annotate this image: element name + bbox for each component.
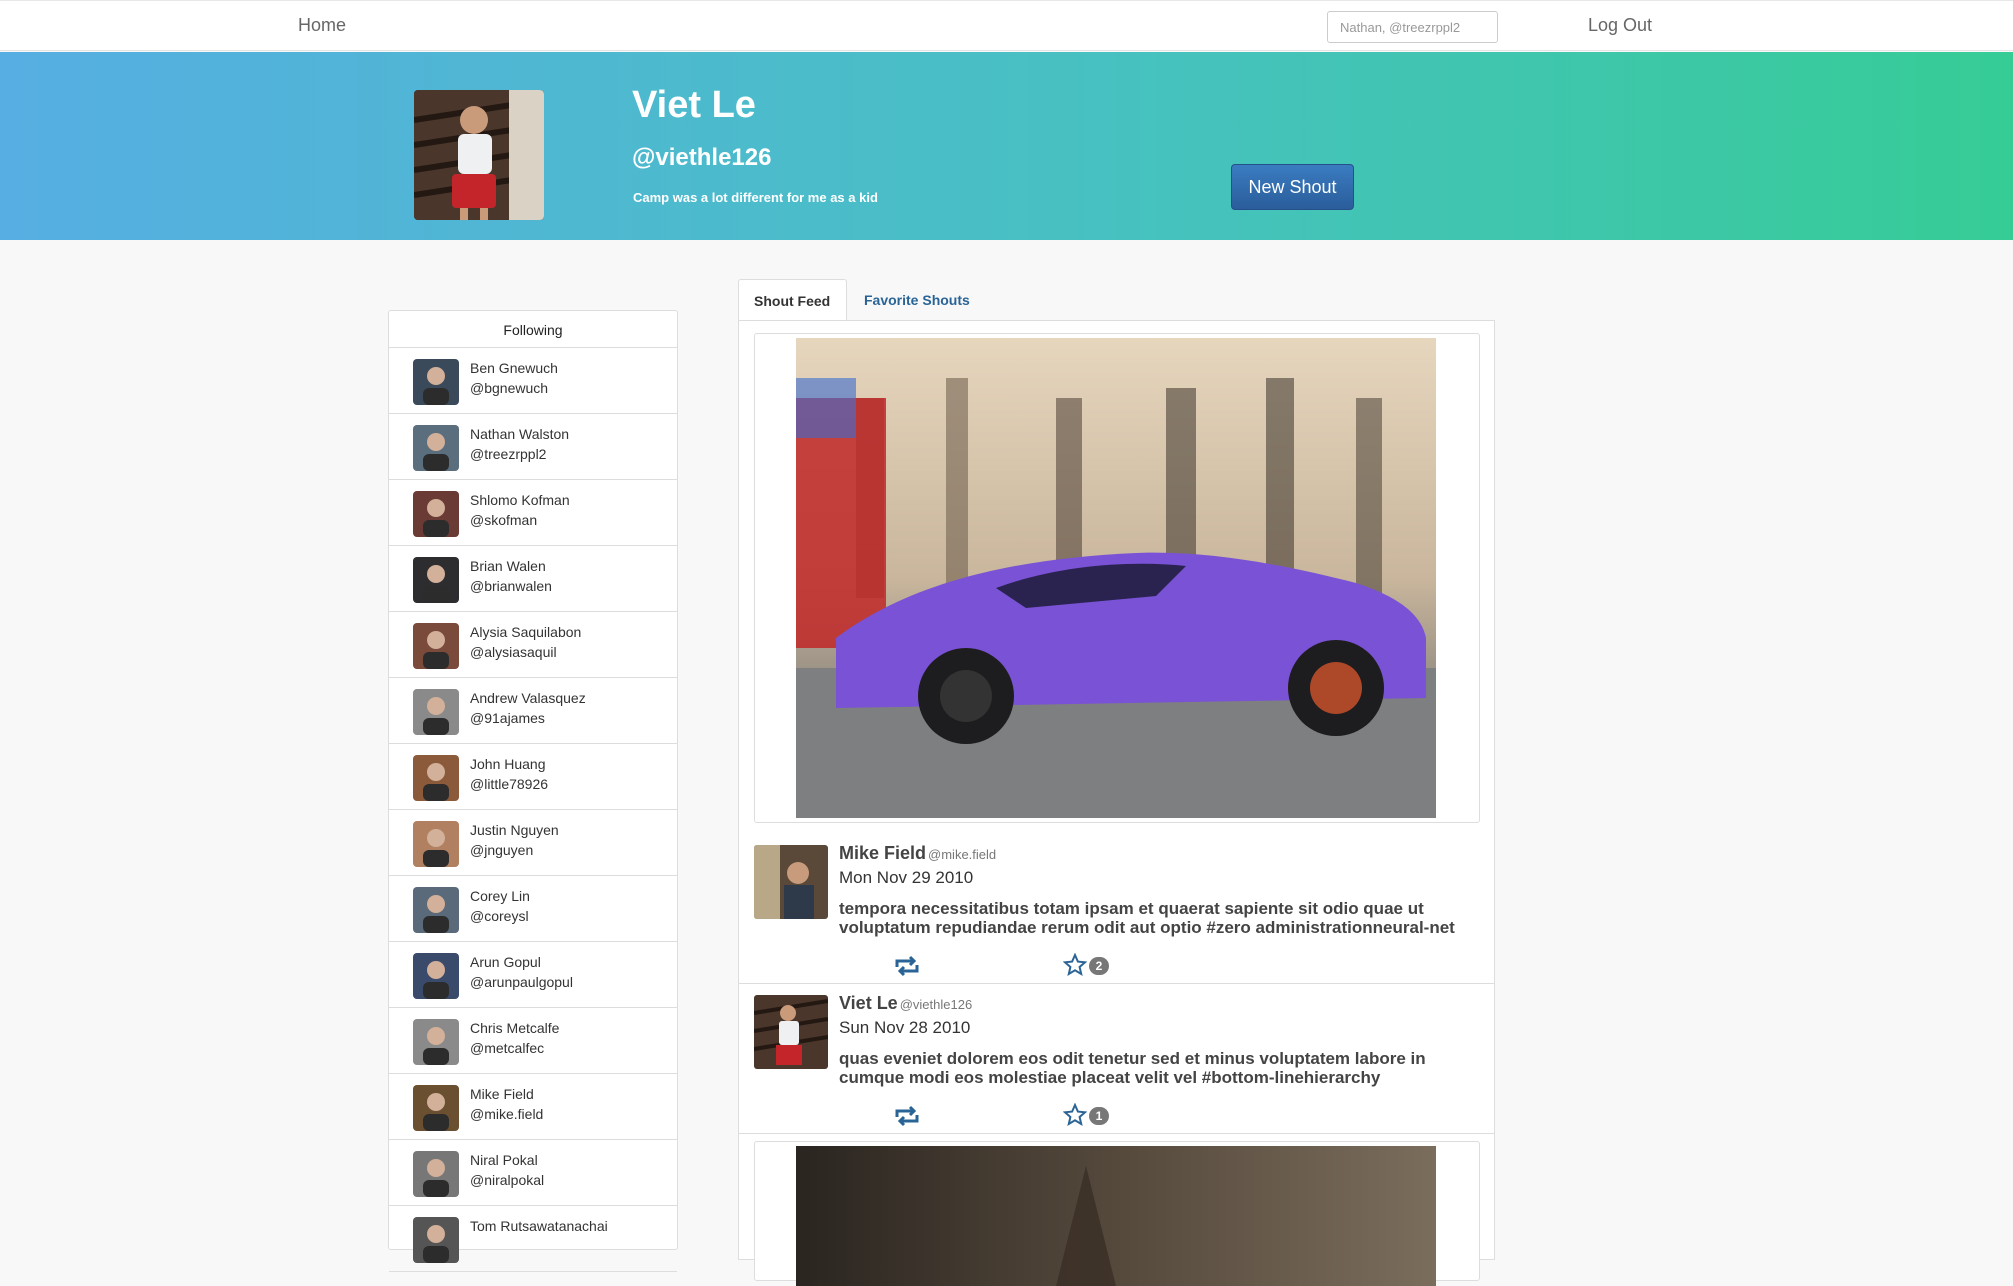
following-item[interactable]: Shlomo Kofman @skofman (389, 480, 677, 546)
following-name: Arun Gopul (470, 954, 541, 970)
following-panel: Following Ben Gnewuch @bgnewuch Nathan Wal… (388, 310, 678, 1272)
following-handle: @alysiasaquil (470, 644, 557, 660)
following-handle: @mike.field (470, 1106, 544, 1122)
following-name: Chris Metcalfe (470, 1020, 560, 1036)
following-name: Shlomo Kofman (470, 492, 570, 508)
following-avatar (413, 755, 459, 801)
shout-feed: Mike Field @mike.field Mon Nov 29 2010 te… (738, 320, 1495, 1286)
following-name: Nathan Walston (470, 426, 570, 442)
following-name: Mike Field (470, 1086, 534, 1102)
following-item[interactable]: Justin Nguyen @jnguyen (389, 810, 677, 876)
following-name: Justin Nguyen (470, 822, 559, 838)
shout-avatar (754, 845, 828, 919)
following-handle: @brianwalen (470, 578, 552, 594)
following-name: Ben Gnewuch (470, 360, 558, 376)
favorite-count-badge: 1 (1089, 1107, 1109, 1125)
following-avatar (413, 359, 459, 405)
shout-date: Sun Nov 28 2010 (839, 1018, 971, 1037)
following-handle: @little78926 (470, 776, 549, 792)
following-item[interactable]: Ben Gnewuch @bgnewuch (389, 348, 677, 414)
following-handle: @arunpaulgopul (470, 974, 573, 990)
following-avatar (413, 953, 459, 999)
profile-bio: Camp was a lot different for me as a kid (633, 190, 878, 205)
following-avatar (413, 623, 459, 669)
profile-header: Viet Le @viethle126 Camp was a lot diffe… (0, 52, 2013, 240)
following-avatar (413, 1217, 459, 1263)
following-item[interactable]: Chris Metcalfe @metcalfec (389, 1008, 677, 1074)
following-avatar (413, 821, 459, 867)
shout-author: Mike Field @mike.field (839, 843, 997, 863)
shout-item: Mike Field @mike.field Mon Nov 29 2010 te… (739, 833, 1494, 984)
following-avatar (413, 1019, 459, 1065)
shout-author-handle: @mike.field (928, 847, 997, 862)
following-item[interactable]: Brian Walen @brianwalen (389, 546, 677, 612)
reshout-icon[interactable] (893, 1105, 921, 1127)
following-avatar (413, 491, 459, 537)
logout-link[interactable]: Log Out (1588, 15, 1652, 36)
following-item[interactable]: Nathan Walston @treezrppl2 (389, 414, 677, 480)
shout-item: Viet Le @viethle126 Sun Nov 28 2010 quas … (739, 983, 1494, 1134)
following-avatar (413, 887, 459, 933)
following-name: John Huang (470, 756, 546, 772)
following-avatar (413, 1085, 459, 1131)
profile-avatar (414, 90, 544, 220)
shout-date: Mon Nov 29 2010 (839, 868, 974, 887)
profile-name: Viet Le (632, 84, 756, 126)
following-handle: @coreysl (470, 908, 529, 924)
following-handle: @jnguyen (470, 842, 534, 858)
shout-text: quas eveniet dolorem eos odit tenetur se… (839, 1049, 1426, 1087)
star-icon[interactable] (1062, 1102, 1088, 1127)
following-item[interactable]: Mike Field @mike.field (389, 1074, 677, 1140)
following-avatar (413, 557, 459, 603)
tab-shout-feed[interactable]: Shout Feed (738, 279, 847, 322)
following-handle: @bgnewuch (470, 380, 549, 396)
following-handle: @treezrppl2 (470, 446, 547, 462)
favorite-count-badge: 2 (1089, 957, 1109, 975)
following-handle: @metcalfec (470, 1040, 545, 1056)
following-handle: @niralpokal (470, 1172, 545, 1188)
following-name: Corey Lin (470, 888, 530, 904)
new-shout-button[interactable]: New Shout (1231, 164, 1354, 210)
tab-favorite-shouts[interactable]: Favorite Shouts (849, 279, 985, 321)
following-item[interactable]: Andrew Valasquez @91ajames (389, 678, 677, 744)
following-name: Andrew Valasquez (470, 690, 586, 706)
shout-text: tempora necessitatibus totam ipsam et qu… (839, 899, 1455, 937)
following-list: Ben Gnewuch @bgnewuch Nathan Walston @treez… (389, 348, 677, 1272)
sports-car-image (796, 338, 1436, 818)
following-item[interactable]: John Huang @little78926 (389, 744, 677, 810)
shout-author: Viet Le @viethle126 (839, 993, 973, 1013)
following-name: Niral Pokal (470, 1152, 538, 1168)
following-avatar (413, 1151, 459, 1197)
following-name: Alysia Saquilabon (470, 624, 582, 640)
shout-author-handle: @viethle126 (899, 997, 973, 1012)
following-name: Brian Walen (470, 558, 546, 574)
following-item[interactable]: Niral Pokal @niralpokal (389, 1140, 677, 1206)
following-item[interactable]: Tom Rutsawatanachai (389, 1206, 677, 1272)
shout-avatar (754, 995, 828, 1069)
reshout-icon[interactable] (893, 955, 921, 977)
following-item[interactable]: Alysia Saquilabon @alysiasaquil (389, 612, 677, 678)
shout-image-card (754, 333, 1480, 823)
following-item[interactable]: Arun Gopul @arunpaulgopul (389, 942, 677, 1008)
home-link[interactable]: Home (298, 15, 346, 36)
cat-image (796, 1146, 1436, 1286)
following-name: Tom Rutsawatanachai (470, 1218, 608, 1234)
following-handle: @91ajames (470, 710, 545, 726)
following-avatar (413, 689, 459, 735)
following-item[interactable]: Corey Lin @coreysl (389, 876, 677, 942)
shout-image-card (754, 1141, 1480, 1286)
top-navbar: Home Log Out (0, 0, 2013, 51)
following-avatar (413, 425, 459, 471)
star-icon[interactable] (1062, 952, 1088, 977)
following-header: Following (389, 311, 677, 348)
search-input[interactable] (1327, 11, 1498, 43)
following-handle: @skofman (470, 512, 538, 528)
profile-handle: @viethle126 (632, 144, 772, 171)
